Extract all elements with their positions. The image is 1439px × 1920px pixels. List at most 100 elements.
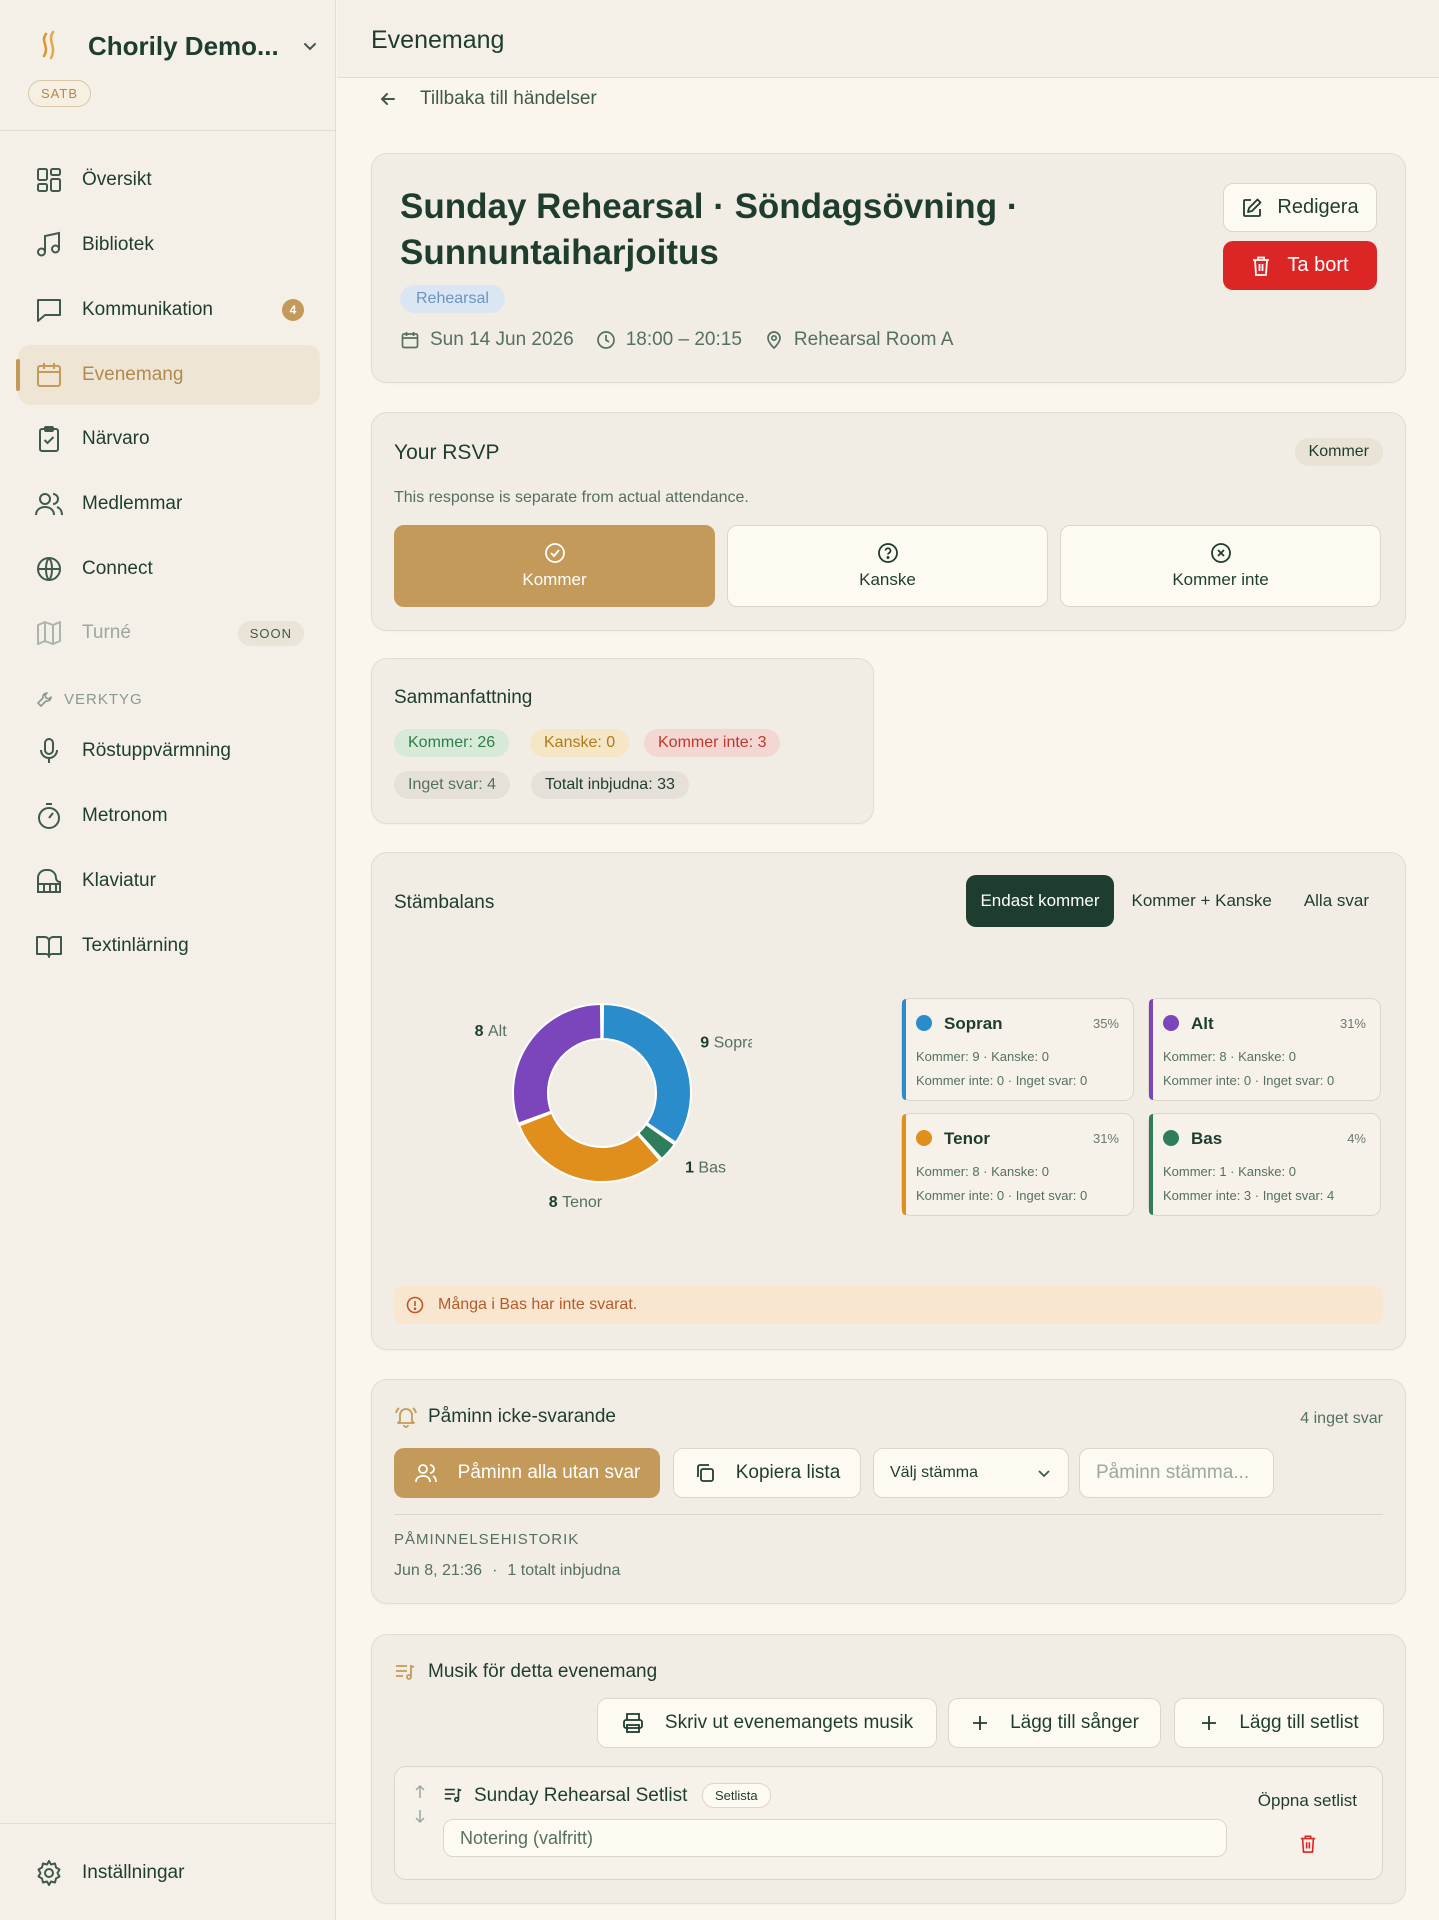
- bell-ring-icon: [395, 1407, 417, 1428]
- copy-list-button[interactable]: Kopiera lista: [673, 1448, 861, 1498]
- rsvp-card: Your RSVP Kommer This response is separa…: [371, 412, 1406, 631]
- voice-name: Tenor: [944, 1129, 990, 1148]
- voice-stats-line1: Kommer: 8 · Kanske: 0: [916, 1164, 1049, 1179]
- event-header-card: Sunday Rehearsal · Söndagsövning · Sunnu…: [371, 153, 1406, 383]
- filter-tab-all[interactable]: Alla svar: [1290, 875, 1383, 927]
- voice-color-dot: [916, 1015, 932, 1031]
- timer-icon: [38, 803, 60, 829]
- gear-icon: [37, 1860, 61, 1886]
- sidebar-item-label: Medlemmar: [82, 493, 183, 514]
- summary-title: Sammanfattning: [394, 687, 533, 708]
- sidebar-item-textinlarning[interactable]: Textinlärning: [18, 916, 320, 976]
- sidebar-item-label: Evenemang: [82, 364, 184, 385]
- sidebar-item-narvaro[interactable]: Närvaro: [18, 409, 320, 469]
- sidebar-item-kommunikation[interactable]: Kommunikation 4: [18, 280, 320, 340]
- copy-icon: [696, 1464, 714, 1482]
- sidebar-item-oversikt[interactable]: Översikt: [18, 150, 320, 210]
- book-open-icon: [36, 936, 62, 958]
- donut-slice-alt: [512, 1002, 603, 1125]
- remind-all-button[interactable]: Påminn alla utan svar: [394, 1448, 660, 1498]
- alert-circle-icon: [406, 1296, 424, 1314]
- voice-name: Alt: [1191, 1014, 1214, 1033]
- rsvp-option-not-coming[interactable]: Kommer inte: [1060, 525, 1381, 607]
- no-answer-count-badge: Inget svar: 4: [394, 771, 511, 799]
- sidebar: Chorily Demo... SATB Översikt Bibliotek …: [0, 0, 336, 1920]
- music-card: Musik för detta evenemang Skriv ut evene…: [371, 1634, 1406, 1904]
- trash-icon[interactable]: [1299, 1834, 1317, 1854]
- reminder-header: Påminn icke-svarande: [394, 1405, 616, 1429]
- sidebar-item-label: Närvaro: [82, 428, 150, 449]
- voice-percent: 4%: [1347, 1131, 1366, 1146]
- sidebar-item-label: Turné: [82, 622, 131, 643]
- voice-percent: 31%: [1339, 1016, 1366, 1031]
- x-circle-icon: [1210, 543, 1231, 563]
- plus-icon: [1202, 1716, 1217, 1730]
- sidebar-item-rostuppvarmning[interactable]: Röstuppvärmning: [18, 721, 320, 781]
- sidebar-item-bibliotek[interactable]: Bibliotek: [18, 215, 320, 275]
- list-music-icon: [444, 1788, 462, 1803]
- sidebar-item-label: Översikt: [82, 169, 152, 190]
- voice-stats-line2: Kommer inte: 0 · Inget svar: 0: [916, 1073, 1088, 1088]
- sidebar-item-evenemang[interactable]: Evenemang: [16, 345, 320, 405]
- clipboard-check-icon: [39, 426, 59, 452]
- list-music-icon: [396, 1664, 415, 1680]
- donut-label-tenor: 8 Tenor: [549, 1194, 603, 1211]
- voice-stats-line2: Kommer inte: 0 · Inget svar: 0: [1163, 1073, 1335, 1088]
- globe-icon: [37, 557, 61, 581]
- divider: [394, 1514, 1383, 1515]
- divider: [0, 1823, 335, 1824]
- trash-icon: [1253, 256, 1270, 276]
- event-title: Sunday Rehearsal · Söndagsövning · Sunnu…: [400, 187, 1019, 272]
- sidebar-item-label: Bibliotek: [82, 234, 154, 255]
- add-songs-button[interactable]: Lägg till sånger: [948, 1698, 1161, 1748]
- voice-percent: 31%: [1092, 1131, 1119, 1146]
- sidebar-item-label: Connect: [82, 558, 153, 579]
- event-type-tag: Rehearsal: [400, 285, 505, 313]
- remind-voice-button[interactable]: Påminn stämma...: [1079, 1448, 1274, 1498]
- plus-icon: [973, 1716, 988, 1730]
- page-title: Evenemang: [371, 26, 505, 54]
- filter-tab-coming-only[interactable]: Endast kommer: [966, 875, 1114, 927]
- unread-badge: 4: [282, 299, 304, 321]
- piano-icon: [37, 869, 61, 893]
- rsvp-option-coming[interactable]: Kommer: [394, 525, 715, 607]
- delete-button[interactable]: Ta bort: [1223, 241, 1377, 290]
- rsvp-note: This response is separate from actual at…: [394, 489, 749, 506]
- print-music-button[interactable]: Skriv ut evenemangets musik: [597, 1698, 937, 1748]
- donut-label-bas: 1 Bas: [685, 1160, 726, 1177]
- soon-badge: SOON: [237, 620, 304, 646]
- rsvp-option-maybe[interactable]: Kanske: [727, 525, 1048, 607]
- rsvp-status-badge: Kommer: [1294, 438, 1383, 466]
- users-icon: [414, 1464, 437, 1483]
- music-note-icon: [37, 231, 60, 257]
- setlist-name[interactable]: Sunday Rehearsal Setlist: [474, 1785, 687, 1807]
- message-icon: [37, 299, 61, 322]
- check-circle-icon: [544, 543, 565, 563]
- filter-tab-coming-maybe[interactable]: Kommer + Kanske: [1118, 875, 1286, 927]
- sidebar-item-connect[interactable]: Connect: [18, 539, 320, 599]
- calendar-icon: [401, 332, 419, 349]
- sidebar-item-installningar[interactable]: Inställningar: [18, 1843, 320, 1903]
- open-setlist-link[interactable]: Öppna setlist: [1258, 1791, 1357, 1811]
- event-time: 18:00 – 20:15: [596, 329, 742, 351]
- arrow-left-icon: [380, 93, 395, 105]
- sidebar-item-metronom[interactable]: Metronom: [18, 786, 320, 846]
- voice-card-bas: Bas 4% Kommer: 1 · Kanske: 0 Kommer inte…: [1148, 1113, 1381, 1216]
- org-switcher[interactable]: Chorily Demo...: [36, 28, 319, 64]
- add-setlist-button[interactable]: Lägg till setlist: [1174, 1698, 1384, 1748]
- sidebar-item-klaviatur[interactable]: Klaviatur: [18, 851, 320, 911]
- history-item: Jun 8, 21:36 · 1 totalt inbjudna: [394, 1562, 621, 1579]
- back-link[interactable]: Tillbaka till händelser: [378, 86, 597, 112]
- voice-select[interactable]: Välj stämma: [873, 1448, 1069, 1498]
- voice-percent: 35%: [1092, 1016, 1119, 1031]
- edit-button[interactable]: Redigera: [1223, 183, 1377, 232]
- users-icon: [35, 493, 63, 516]
- reorder-arrows-icon[interactable]: [413, 1784, 427, 1824]
- setlist-badge: Setlista: [702, 1783, 771, 1808]
- sidebar-item-medlemmar[interactable]: Medlemmar: [18, 474, 320, 534]
- voice-card-alt: Alt 31% Kommer: 8 · Kanske: 0 Kommer int…: [1148, 998, 1381, 1101]
- setlist-note-input[interactable]: [443, 1819, 1227, 1857]
- dashboard-icon: [37, 168, 61, 192]
- no-answer-count: 4 inget svar: [1300, 1410, 1383, 1427]
- tools-section-label: VERKTYG: [36, 690, 143, 708]
